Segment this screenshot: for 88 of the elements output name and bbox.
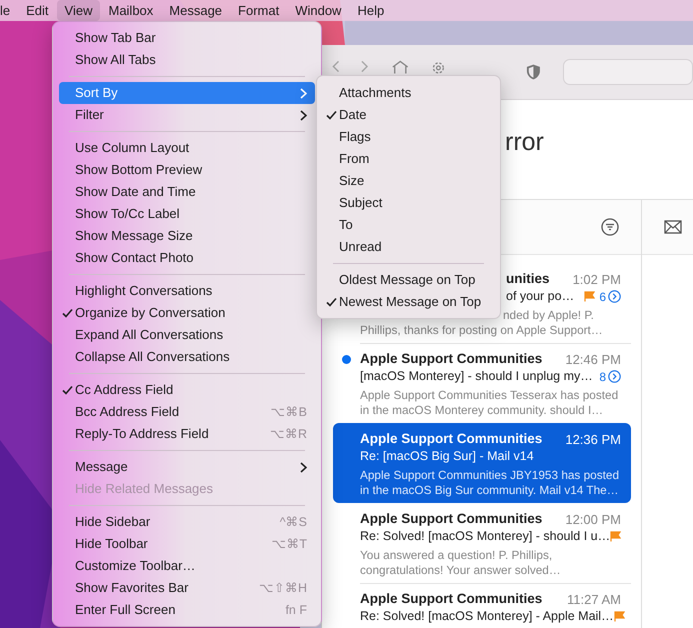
message-row[interactable]: Apple Support Communities 12:00 PM Re: Solved! [macOS Monterey] - should I u… You answered a question! P. Phillips, congratulations! Your answer solved… bbox=[333, 503, 631, 583]
menu-bar-item[interactable]: Help bbox=[349, 0, 392, 21]
menu-bar-item[interactable]: Window bbox=[287, 0, 350, 21]
settings-icon[interactable] bbox=[431, 60, 446, 74]
shortcut-label: ⌥⌘T bbox=[271, 536, 307, 553]
menu-item[interactable]: To bbox=[323, 214, 494, 236]
menu-item[interactable]: Show Bottom Preview bbox=[59, 159, 315, 181]
menu-item[interactable]: Expand All Conversations bbox=[59, 324, 315, 346]
menu-bar-item[interactable]: View bbox=[56, 0, 100, 21]
message-preview: nded by Apple! P. bbox=[503, 308, 594, 323]
message-time: 12:00 PM bbox=[565, 510, 621, 529]
shortcut-label: ⌥⌘B bbox=[270, 404, 307, 421]
envelope-icon[interactable] bbox=[664, 220, 682, 234]
back-icon[interactable] bbox=[332, 60, 340, 73]
menu-item[interactable]: Show Date and Time bbox=[59, 181, 315, 203]
menu-item[interactable]: Unread bbox=[323, 236, 494, 258]
menu-bar-item[interactable]: Format bbox=[230, 0, 288, 21]
menu-item[interactable]: Size bbox=[323, 170, 494, 192]
menu-bar-item[interactable]: Mailbox bbox=[100, 0, 162, 21]
chevron-circle-icon bbox=[608, 290, 621, 303]
menu-item[interactable]: Oldest Message on Top bbox=[323, 269, 494, 291]
checkmark-icon bbox=[326, 110, 336, 120]
thread-count[interactable]: 8 bbox=[599, 368, 621, 386]
menu-item[interactable]: Sort By bbox=[59, 82, 315, 104]
menu-item[interactable]: Show Contact Photo bbox=[59, 247, 315, 269]
sender-name: Apple Support Communities bbox=[360, 590, 542, 608]
checkmark-icon bbox=[326, 297, 336, 307]
menu-item[interactable]: Use Column Layout bbox=[59, 137, 315, 159]
menu-item[interactable]: Newest Message on Top bbox=[323, 291, 494, 313]
message-preview: Apple Support Communities Tesserax has posted in the macOS Monterey community. should I… bbox=[360, 388, 620, 418]
message-subject: Re: Solved! [macOS Monterey] - Apple Mail… bbox=[360, 608, 614, 626]
sender-name: unities bbox=[506, 270, 550, 288]
message-preview: Apple Support Communities JBY1953 has posted in the macOS Big Sur community. Mail v14 The… bbox=[360, 468, 620, 498]
menu-item[interactable]: From bbox=[323, 148, 494, 170]
home-icon[interactable] bbox=[390, 60, 410, 74]
message-preview: You answered a question! P. Phillips, congratulations! Your answer solved… bbox=[360, 548, 562, 578]
menu-item[interactable]: Show To/Cc Label bbox=[59, 203, 315, 225]
menu-item[interactable]: Collapse All Conversations bbox=[59, 346, 315, 368]
menu-item[interactable]: Show All Tabs bbox=[59, 49, 315, 71]
checkmark-icon bbox=[62, 308, 72, 318]
menu-item[interactable]: Organize by Conversation bbox=[59, 302, 315, 324]
menu-item[interactable]: Attachments bbox=[323, 82, 494, 104]
menu-item[interactable]: Hide Toolbar ⌥⌘T bbox=[59, 533, 315, 555]
checkmark-icon bbox=[62, 385, 72, 395]
menu-item[interactable]: Reply-To Address Field ⌥⌘R bbox=[59, 423, 315, 445]
menu-item[interactable]: Filter bbox=[59, 104, 315, 126]
menu-item[interactable]: Cc Address Field bbox=[59, 379, 315, 401]
menu-bar-item[interactable]: Message bbox=[161, 0, 230, 21]
search-field[interactable] bbox=[563, 59, 693, 85]
menu-item[interactable]: Customize Toolbar… bbox=[59, 555, 315, 577]
menu-item[interactable]: Show Favorites Bar ⌥⇧⌘H bbox=[59, 577, 315, 599]
menu-item[interactable]: Enter Full Screen fn F bbox=[59, 599, 315, 621]
shield-icon[interactable] bbox=[526, 63, 542, 81]
shortcut-label: ^⌘S bbox=[280, 514, 307, 531]
message-subject: Re: Solved! [macOS Monterey] - should I u… bbox=[360, 528, 610, 546]
sender-name: Apple Support Communities bbox=[360, 510, 542, 528]
message-subject: [macOS Monterey] - should I unplug my… bbox=[360, 368, 593, 386]
forward-icon[interactable] bbox=[361, 60, 369, 73]
message-row[interactable]: Apple Support Communities 12:46 PM [macOS Monterey] - should I unplug my… 8 Apple Support Communities Tesserax has posted in the macOS Monterey community. should I… bbox=[333, 343, 631, 423]
menu-bar-item[interactable]: Edit bbox=[18, 0, 57, 21]
menu-item[interactable]: Highlight Conversations bbox=[59, 280, 315, 302]
shortcut-label: fn F bbox=[285, 602, 307, 619]
sender-name: Apple Support Communities bbox=[360, 350, 542, 368]
message-time: 12:36 PM bbox=[565, 430, 621, 449]
menu-item[interactable]: Bcc Address Field ⌥⌘B bbox=[59, 401, 315, 423]
menu-item[interactable]: Date bbox=[323, 104, 494, 126]
shortcut-label: ⌥⌘R bbox=[270, 426, 307, 443]
message-time: 12:46 PM bbox=[565, 350, 621, 369]
message-row[interactable]: Apple Support Communities 12:36 PM Re: [macOS Big Sur] - Mail v14 Apple Support Communities JBY1953 has posted in the macOS Big Sur community. Mail v14 The… bbox=[333, 423, 631, 503]
menu-item[interactable]: Flags bbox=[323, 126, 494, 148]
message-subject: of your po… bbox=[506, 288, 574, 306]
chevron-circle-icon bbox=[608, 370, 621, 383]
thread-count[interactable]: 6 bbox=[599, 288, 621, 306]
message-time: 1:02 PM bbox=[572, 270, 621, 289]
message-subject: Re: [macOS Big Sur] - Mail v14 bbox=[360, 448, 534, 466]
shortcut-label: ⌥⇧⌘H bbox=[258, 580, 307, 597]
filter-icon[interactable] bbox=[601, 218, 619, 236]
message-time: 11:27 AM bbox=[567, 590, 621, 609]
menu-bar-item[interactable]: le bbox=[0, 0, 18, 21]
menu-item[interactable]: Subject bbox=[323, 192, 494, 214]
menu-item[interactable]: Show Tab Bar bbox=[59, 27, 315, 49]
window-title: rror bbox=[505, 127, 544, 158]
message-preview: Phillips, thanks for posting on Apple Support… bbox=[360, 323, 603, 337]
menu-item[interactable]: Show Message Size bbox=[59, 225, 315, 247]
message-row[interactable]: Apple Support Communities 11:27 AM Re: Solved! [macOS Monterey] - Apple Mail… bbox=[333, 583, 631, 628]
menu-item[interactable]: Message bbox=[59, 456, 315, 478]
menu-item[interactable]: Hide Sidebar ^⌘S bbox=[59, 511, 315, 533]
sender-name: Apple Support Communities bbox=[360, 430, 542, 448]
